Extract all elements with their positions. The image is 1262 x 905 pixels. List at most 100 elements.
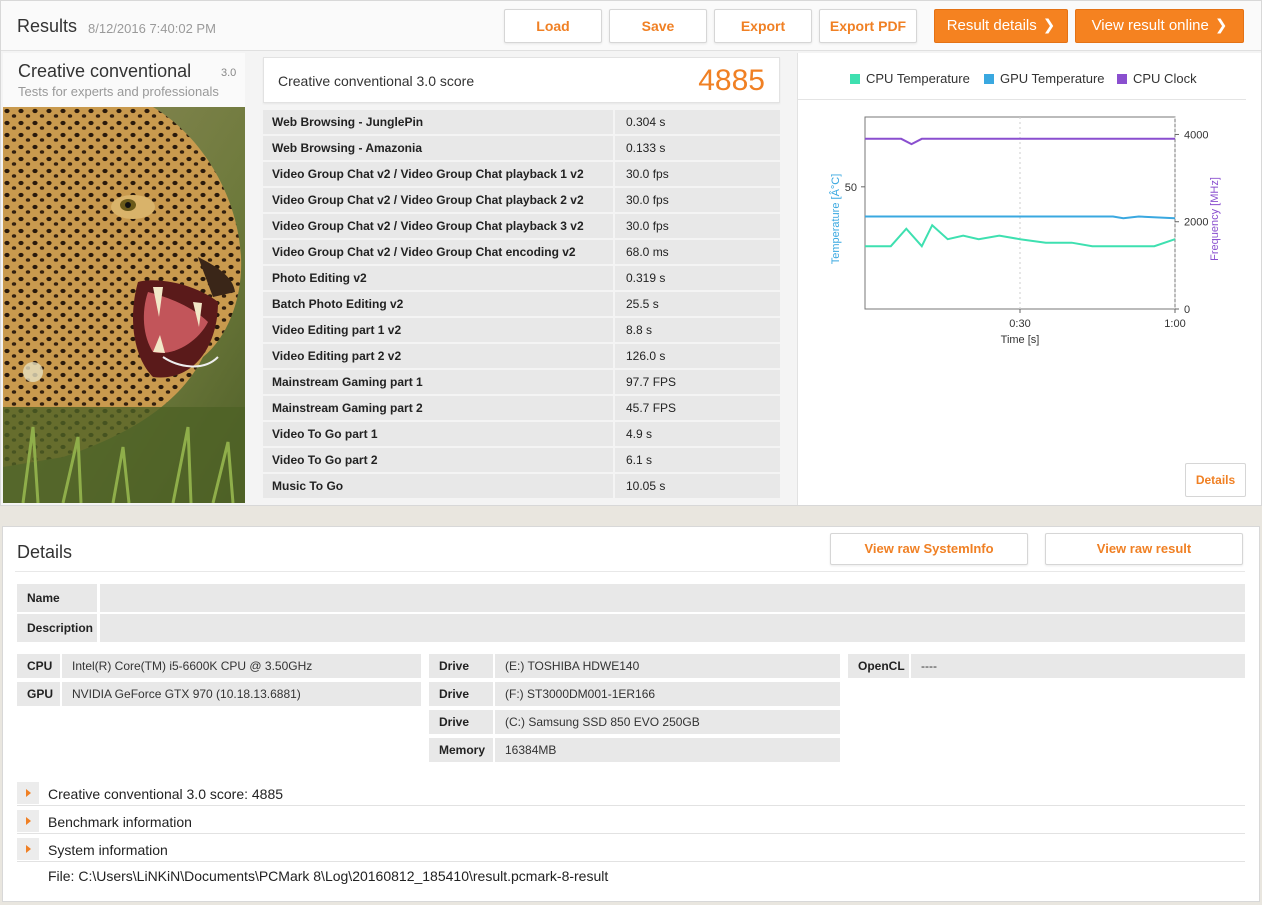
monitoring-chart: 0:30 1:00 50 0 2000 4000 Time [s] Temperature [… — [829, 116, 1221, 346]
legend-item: CPU Temperature — [850, 71, 970, 86]
score-label: Creative conventional 3.0 score — [278, 73, 475, 89]
drive-key: Drive — [429, 682, 493, 706]
details-title: Details — [17, 542, 73, 562]
export-pdf-button[interactable]: Export PDF — [819, 9, 917, 43]
result-test-name: Video Editing part 1 v2 — [263, 318, 613, 342]
y-right-tick-label: 2000 — [1184, 217, 1208, 229]
result-test-value: 30.0 fps — [615, 188, 780, 212]
legend-swatch — [1117, 74, 1127, 84]
result-test-value: 0.304 s — [615, 110, 780, 134]
memory-value: 16384MB — [495, 738, 840, 762]
drive-value: (F:) ST3000DM001-1ER166 — [495, 682, 840, 706]
result-test-name: Photo Editing v2 — [263, 266, 613, 290]
result-row: Mainstream Gaming part 2 45.7 FPS — [263, 396, 780, 422]
result-test-value: 4.9 s — [615, 422, 780, 446]
result-test-name: Web Browsing - Amazonia — [263, 136, 613, 160]
result-row: Video To Go part 2 6.1 s — [263, 448, 780, 474]
chart-legend: CPU Temperature GPU Temperature CPU Clock — [798, 71, 1262, 91]
memory-key: Memory — [429, 738, 493, 762]
expand-arrow-icon[interactable] — [17, 810, 39, 832]
result-test-name: Mainstream Gaming part 2 — [263, 396, 613, 420]
result-row: Batch Photo Editing v2 25.5 s — [263, 292, 780, 318]
save-button[interactable]: Save — [609, 9, 707, 43]
result-test-value: 10.05 s — [615, 474, 780, 498]
description-value — [100, 614, 1245, 642]
result-test-name: Video Group Chat v2 / Video Group Chat p… — [263, 162, 613, 186]
y-right-axis-label: Frequency [MHz] — [1209, 177, 1221, 261]
description-key: Description — [17, 614, 97, 642]
drive-value: (C:) Samsung SSD 850 EVO 250GB — [495, 710, 840, 734]
expander-system-information[interactable]: System information — [17, 836, 1245, 862]
result-test-name: Web Browsing - JunglePin — [263, 110, 613, 134]
result-row: Web Browsing - Amazonia 0.133 s — [263, 136, 780, 162]
result-row: Photo Editing v2 0.319 s — [263, 266, 780, 292]
expander-score[interactable]: Creative conventional 3.0 score: 4885 — [17, 780, 1245, 806]
y-right-tick-label: 4000 — [1184, 129, 1208, 141]
benchmark-image — [3, 107, 245, 503]
gpu-key: GPU — [17, 682, 60, 706]
result-test-name: Video Group Chat v2 / Video Group Chat p… — [263, 214, 613, 238]
name-key: Name — [17, 584, 97, 612]
result-details-button[interactable]: Result details ❯ — [934, 9, 1068, 43]
result-test-name: Batch Photo Editing v2 — [263, 292, 613, 316]
result-test-value: 25.5 s — [615, 292, 780, 316]
result-test-value: 6.1 s — [615, 448, 780, 472]
gpu-value: NVIDIA GeForce GTX 970 (10.18.13.6881) — [62, 682, 421, 706]
result-test-value: 30.0 fps — [615, 214, 780, 238]
result-row: Mainstream Gaming part 1 97.7 FPS — [263, 370, 780, 396]
cpu-key: CPU — [17, 654, 60, 678]
result-details-label: Result details — [946, 17, 1037, 34]
expander-label[interactable]: System information — [48, 842, 168, 858]
result-test-value: 68.0 ms — [615, 240, 780, 264]
benchmark-name: Creative conventional — [18, 61, 192, 81]
chevron-right-icon: ❯ — [1214, 17, 1228, 34]
results-table: Web Browsing - JunglePin 0.304 s Web Brows… — [263, 110, 780, 500]
legend-item: CPU Clock — [1117, 71, 1197, 86]
load-button[interactable]: Load — [504, 9, 602, 43]
result-test-name: Video To Go part 2 — [263, 448, 613, 472]
legend-label: CPU Temperature — [866, 71, 970, 86]
details-panel: Details View raw SystemInfo View raw res… — [2, 526, 1260, 902]
x-tick-label: 1:00 — [1164, 318, 1185, 330]
cpu-value: Intel(R) Core(TM) i5-6600K CPU @ 3.50GHz — [62, 654, 421, 678]
x-axis-label: Time [s] — [1001, 334, 1040, 346]
results-date: 8/12/2016 7:40:02 PM — [88, 21, 216, 36]
result-test-name: Video Editing part 2 v2 — [263, 344, 613, 368]
chart-details-button[interactable]: Details — [1185, 463, 1246, 497]
result-test-value: 30.0 fps — [615, 162, 780, 186]
expander-label[interactable]: Benchmark information — [48, 814, 192, 830]
score-value: 4885 — [698, 64, 765, 97]
expander-benchmark-information[interactable]: Benchmark information — [17, 808, 1245, 834]
result-test-name: Video Group Chat v2 / Video Group Chat e… — [263, 240, 613, 264]
legend-item: GPU Temperature — [984, 71, 1105, 86]
results-header: Results 8/12/2016 7:40:02 PM Load Save E… — [1, 1, 1261, 51]
y-left-axis-label: Temperature [Â°C] — [829, 174, 842, 265]
legend-swatch — [984, 74, 994, 84]
result-row: Video Group Chat v2 / Video Group Chat e… — [263, 240, 780, 266]
result-row: Video Editing part 1 v2 8.8 s — [263, 318, 780, 344]
opencl-key: OpenCL — [848, 654, 909, 678]
legend-swatch — [850, 74, 860, 84]
result-test-name: Mainstream Gaming part 1 — [263, 370, 613, 394]
expander-label[interactable]: Creative conventional 3.0 score: 4885 — [48, 786, 283, 802]
result-test-value: 8.8 s — [615, 318, 780, 342]
result-row: Video To Go part 1 4.9 s — [263, 422, 780, 448]
result-row: Video Group Chat v2 / Video Group Chat p… — [263, 188, 780, 214]
view-result-online-button[interactable]: View result online ❯ — [1075, 9, 1244, 43]
score-box: Creative conventional 3.0 score 4885 — [263, 57, 780, 103]
name-value — [100, 584, 1245, 612]
expand-arrow-icon[interactable] — [17, 782, 39, 804]
drive-key: Drive — [429, 710, 493, 734]
result-test-name: Music To Go — [263, 474, 613, 498]
export-button[interactable]: Export — [714, 9, 812, 43]
result-row: Music To Go 10.05 s — [263, 474, 780, 500]
expand-arrow-icon[interactable] — [17, 838, 39, 860]
result-row: Video Group Chat v2 / Video Group Chat p… — [263, 214, 780, 240]
chevron-right-icon: ❯ — [1042, 17, 1056, 34]
result-test-value: 0.319 s — [615, 266, 780, 290]
view-raw-result-button[interactable]: View raw result — [1045, 533, 1243, 565]
x-tick-label: 0:30 — [1009, 318, 1030, 330]
view-raw-systeminfo-button[interactable]: View raw SystemInfo — [830, 533, 1028, 565]
result-file-path: File: C:\Users\LiNKiN\Documents\PCMark 8… — [48, 868, 609, 884]
result-test-name: Video To Go part 1 — [263, 422, 613, 446]
